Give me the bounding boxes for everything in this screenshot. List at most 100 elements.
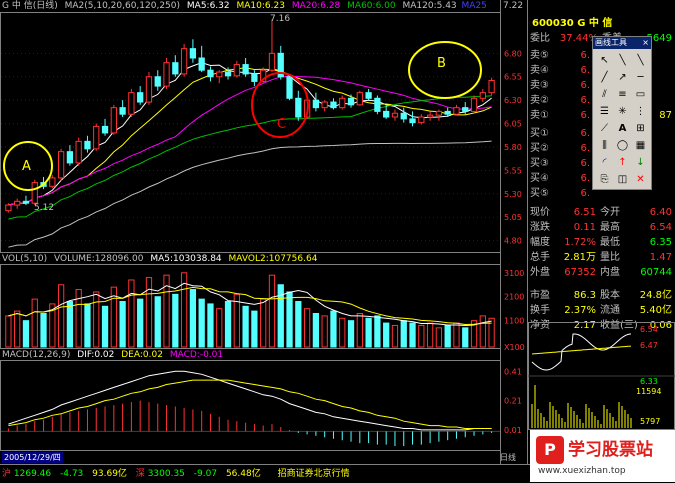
volume-bar — [119, 301, 126, 348]
macd-tick-label: 0.01 — [504, 426, 522, 435]
up-arrow-icon[interactable]: ↑ — [614, 155, 631, 170]
macd-dif-line — [8, 370, 492, 431]
status-sz-label: 深 — [135, 469, 145, 479]
pointer-icon[interactable]: ↖ — [596, 53, 613, 68]
horizontal-line-icon[interactable]: ─ — [632, 70, 649, 85]
candle-up — [128, 92, 135, 115]
stat-row: 总手 2.81万 量比 1.47 — [528, 250, 675, 265]
stat-label: 换手 — [530, 305, 550, 316]
fibonacci-icon[interactable]: ☰ — [596, 104, 613, 119]
volume-bar — [242, 305, 249, 348]
candle-up — [470, 97, 478, 112]
gann-fan-icon[interactable]: ⊞ — [632, 121, 649, 136]
fan-line-icon[interactable]: ⟋ — [596, 121, 613, 136]
volume-tick-label: 1100 — [504, 317, 524, 326]
volume-bar — [347, 320, 355, 348]
channel-icon[interactable]: ≡ — [614, 87, 631, 102]
stat-value: 60744 — [640, 267, 672, 278]
box-icon[interactable]: ▦ — [632, 138, 649, 153]
watermark-logo-icon: P — [536, 436, 564, 464]
stat-label: 幅度 — [530, 237, 550, 248]
ellipse-icon[interactable]: ◯ — [614, 138, 631, 153]
candle-down — [251, 73, 258, 82]
volume-bar — [93, 291, 100, 348]
sell-label: 卖① — [530, 110, 549, 121]
candle-up — [391, 112, 399, 118]
sell-price: 6. — [580, 50, 590, 61]
text-tool-icon[interactable]: A — [614, 121, 631, 136]
volume-bar — [418, 324, 425, 348]
status-sz-change: -9.07 — [193, 469, 218, 479]
kline-chart-canvas[interactable]: 6.80 6.55 6.30 6.05 5.80 5.55 5.30 5.05 4.80 310… — [0, 0, 528, 464]
ma120-value: MA120:5.43 — [402, 1, 457, 11]
ray-line-icon[interactable]: ╲ — [632, 53, 649, 68]
volume-bar — [303, 308, 311, 348]
stat-value: 2.81万 — [563, 252, 596, 263]
macd-tick-label: 0.21 — [504, 397, 522, 406]
volume-bar — [312, 312, 320, 348]
candle-down — [286, 76, 293, 99]
arrow-line-icon[interactable]: ↗ — [614, 70, 631, 85]
stat-label: 股本 — [600, 290, 620, 301]
volume-bar — [66, 301, 74, 348]
speed-line-icon[interactable]: ⋮ — [632, 104, 649, 119]
volume-bar — [40, 312, 47, 348]
volume-bar — [198, 298, 205, 348]
candle-down — [409, 118, 416, 124]
volume-tick-label: X100 — [504, 343, 525, 352]
stat-row: 现价 6.51 今开 6.40 — [528, 205, 675, 220]
stat-label: 内盘 — [600, 267, 620, 278]
stat-value: 6.54 — [649, 222, 672, 233]
macd-axis-ticks: 0.41 0.21 0.01 — [504, 367, 522, 435]
candle-up — [14, 200, 21, 206]
extended-line-icon[interactable]: ╱ — [596, 70, 613, 85]
buy-label: 买⑤ — [530, 188, 549, 199]
cycle-line-icon[interactable]: ⫼ — [596, 138, 613, 153]
rectangle-icon[interactable]: ▭ — [632, 87, 649, 102]
volume-bars — [5, 272, 495, 348]
stat-value: 6.35 — [649, 237, 672, 248]
candle-up — [233, 64, 240, 77]
hide-icon[interactable]: ◫ — [614, 172, 631, 187]
mini-axis-label-1: 6.54 — [640, 325, 658, 334]
candle-up — [216, 71, 223, 78]
price-tick-label: 5.55 — [504, 166, 522, 175]
copy-icon[interactable]: ⎘ — [596, 172, 613, 187]
status-sh-change: -4.73 — [59, 469, 84, 479]
volume-bar — [137, 298, 144, 348]
candle-up — [321, 101, 328, 109]
volume-bar — [251, 310, 258, 348]
candle-down — [198, 57, 205, 71]
candle-up — [356, 92, 363, 106]
line-segment-icon[interactable]: ╲ — [614, 53, 631, 68]
volume-bar — [286, 291, 293, 348]
watermark-url: www.xuexizhan.top — [538, 466, 626, 476]
volume-bar — [453, 322, 460, 348]
buy-label: 买② — [530, 143, 549, 154]
stat-row: 幅度 1.72% 最低 6.35 — [528, 235, 675, 250]
status-broker: 招商证券北京行情 — [277, 469, 350, 479]
low-price-marker: 5.12 — [34, 203, 54, 213]
toolbox-title-text: 画线工具 — [595, 38, 627, 47]
stat-label: 流通 — [600, 305, 620, 316]
candle-up — [339, 97, 346, 109]
drawing-toolbox[interactable]: 画线工具 × ↖ ╲ ╲ ╱ ↗ ─ ⫽ ≡ ▭ ☰ ✳ ⋮ ⟋ A ⊞ ⫼ ◯… — [592, 36, 652, 190]
price-axis-ticks: 6.80 6.55 6.30 6.05 5.80 5.55 5.30 5.05 4.80 — [504, 49, 522, 245]
close-icon[interactable]: × — [642, 37, 649, 49]
tab-daily[interactable]: 日线 — [500, 452, 516, 463]
parallel-line-icon[interactable]: ⫽ — [596, 87, 613, 102]
volume-bar — [22, 320, 30, 348]
volume-bar — [356, 312, 363, 348]
volume-bar — [462, 327, 469, 348]
down-arrow-icon[interactable]: ↓ — [632, 155, 649, 170]
arc-icon[interactable]: ◜ — [596, 155, 613, 170]
delete-icon[interactable]: ✕ — [632, 172, 649, 187]
candle-up — [163, 62, 170, 87]
macd-dea: DEA:0.02 — [121, 350, 163, 360]
volume-bar — [488, 317, 495, 348]
mini-volume-bars — [531, 385, 632, 428]
gann-icon[interactable]: ✳ — [614, 104, 631, 119]
mini-axis-label-5: 5797 — [640, 417, 660, 426]
status-sh-label: 沪 — [2, 469, 12, 479]
ma-line-20 — [8, 75, 492, 206]
